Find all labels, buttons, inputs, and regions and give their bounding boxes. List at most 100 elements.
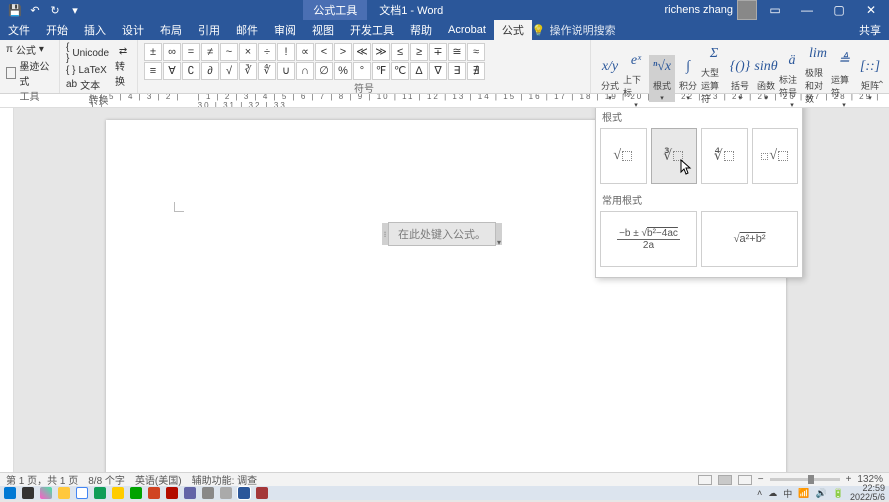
symbol-cell[interactable]: ∀ — [163, 62, 181, 80]
radical-template-4thrt[interactable]: ∜ — [701, 128, 748, 184]
tray-battery-icon[interactable]: 🔋 — [833, 488, 844, 499]
status-page[interactable]: 第 1 页，共 1 页 — [6, 472, 78, 487]
status-language[interactable]: 英语(美国) — [135, 472, 182, 487]
view-print-layout[interactable] — [718, 475, 732, 485]
user-account[interactable]: richens zhang — [665, 0, 758, 20]
symbol-cell[interactable]: ≥ — [410, 43, 428, 61]
symbol-cell[interactable]: ℉ — [372, 62, 390, 80]
task-chrome-icon[interactable] — [76, 487, 88, 499]
symbol-cell[interactable]: ∂ — [201, 62, 219, 80]
tray-volume-icon[interactable]: 🔊 — [816, 488, 827, 499]
structure-括号[interactable]: {()}括号▾ — [727, 55, 753, 102]
document-workspace[interactable]: ⁝ 在此处键入公式。 ▾ 根式 √ ∛ ∜ √ 常用根式 −b ± √b²−4a… — [14, 108, 889, 472]
tab-home[interactable]: 开始 — [38, 20, 76, 40]
symbol-cell[interactable]: ∩ — [296, 62, 314, 80]
tray-chevron-icon[interactable]: ˄ — [757, 488, 762, 498]
tab-mailings[interactable]: 邮件 — [228, 20, 266, 40]
unicode-option[interactable]: { }Unicode — [66, 42, 109, 64]
symbol-cell[interactable]: ∁ — [182, 62, 200, 80]
symbol-cell[interactable]: = — [182, 43, 200, 61]
symbol-cell[interactable]: ≫ — [372, 43, 390, 61]
radical-common-quadratic[interactable]: −b ± √b²−4ac 2a — [600, 211, 697, 267]
symbol-cell[interactable]: ℃ — [391, 62, 409, 80]
tray-ime-icon[interactable]: 中 — [783, 487, 792, 500]
equation-dropdown[interactable]: π公式▾ 墨迹公式 — [6, 42, 53, 88]
radical-template-sqrt[interactable]: √ — [600, 128, 647, 184]
collapse-ribbon-icon[interactable]: ⌃ — [877, 80, 885, 91]
structure-运算符[interactable]: ≜运算符▾ — [831, 49, 857, 109]
status-accessibility[interactable]: 辅助功能: 调查 — [192, 472, 258, 487]
task-acrobat-icon[interactable] — [166, 487, 178, 499]
structure-根式[interactable]: ⁿ√x根式▾ — [649, 55, 675, 102]
task-app3-icon[interactable] — [256, 487, 268, 499]
tab-references[interactable]: 引用 — [190, 20, 228, 40]
tab-file[interactable]: 文件 — [0, 20, 38, 40]
symbol-cell[interactable]: ≠ — [201, 43, 219, 61]
symbol-cell[interactable]: ∆ — [410, 62, 428, 80]
symbol-cell[interactable]: ∞ — [163, 43, 181, 61]
task-teams-icon[interactable] — [184, 487, 196, 499]
task-ppt-icon[interactable] — [148, 487, 160, 499]
share-button[interactable]: 共享 — [859, 22, 881, 38]
symbol-cell[interactable]: ∄ — [467, 62, 485, 80]
symbol-cell[interactable]: < — [315, 43, 333, 61]
structure-函数[interactable]: sinθ函数▾ — [753, 55, 779, 102]
tab-equation[interactable]: 公式 — [494, 20, 532, 40]
convert-button[interactable]: ⇄ 转换 — [115, 46, 131, 88]
tab-help[interactable]: 帮助 — [402, 20, 440, 40]
symbol-cell[interactable]: ! — [277, 43, 295, 61]
autosave-icon[interactable]: 💾 — [8, 3, 22, 17]
symbol-cell[interactable]: ∃ — [448, 62, 466, 80]
symbol-cell[interactable]: √ — [220, 62, 238, 80]
view-read-mode[interactable] — [698, 475, 712, 485]
symbol-cell[interactable]: ° — [353, 62, 371, 80]
task-search-icon[interactable] — [22, 487, 34, 499]
view-web-layout[interactable] — [738, 475, 752, 485]
task-explorer-icon[interactable] — [58, 487, 70, 499]
tab-design[interactable]: 设计 — [114, 20, 152, 40]
equation-content-control[interactable]: ⁝ 在此处键入公式。 ▾ — [388, 222, 496, 246]
zoom-slider[interactable] — [770, 478, 840, 481]
task-app1-icon[interactable] — [202, 487, 214, 499]
tab-insert[interactable]: 插入 — [76, 20, 114, 40]
symbol-cell[interactable]: ∅ — [315, 62, 333, 80]
status-word-count[interactable]: 8/8 个字 — [88, 472, 125, 487]
ruler-vertical[interactable] — [0, 108, 14, 472]
task-word-icon[interactable] — [238, 487, 250, 499]
symbol-cell[interactable]: ~ — [220, 43, 238, 61]
tab-layout[interactable]: 布局 — [152, 20, 190, 40]
text-option[interactable]: ab文本 — [66, 77, 100, 92]
tab-developer[interactable]: 开发工具 — [342, 20, 402, 40]
symbol-cell[interactable]: × — [239, 43, 257, 61]
equation-options-dropdown[interactable]: ▾ — [497, 238, 501, 247]
task-wechat-icon[interactable] — [94, 487, 106, 499]
symbol-cell[interactable]: ∇ — [429, 62, 447, 80]
symbol-cell[interactable]: % — [334, 62, 352, 80]
tab-view[interactable]: 视图 — [304, 20, 342, 40]
task-copilot-icon[interactable] — [40, 487, 52, 499]
symbol-cell[interactable]: ≪ — [353, 43, 371, 61]
task-app2-icon[interactable] — [220, 487, 232, 499]
tab-acrobat[interactable]: Acrobat — [440, 20, 494, 40]
start-icon[interactable] — [4, 487, 16, 499]
minimize-icon[interactable]: — — [793, 0, 821, 20]
structure-上下标[interactable]: eˣ上下标▾ — [623, 49, 649, 109]
structure-标注符号[interactable]: ä标注符号▾ — [779, 49, 805, 109]
symbol-cell[interactable]: ∪ — [277, 62, 295, 80]
redo-icon[interactable]: ↻ — [48, 3, 62, 17]
maximize-icon[interactable]: ▢ — [825, 0, 853, 20]
symbol-cell[interactable]: ∜ — [258, 62, 276, 80]
tray-date[interactable]: 2022/5/6 — [850, 493, 885, 502]
structure-大型运算符[interactable]: Σ大型运算符▾ — [701, 42, 727, 115]
task-excel-icon[interactable] — [130, 487, 142, 499]
ribbon-display-icon[interactable]: ▭ — [761, 0, 789, 20]
task-folder-icon[interactable] — [112, 487, 124, 499]
symbol-cell[interactable]: ∛ — [239, 62, 257, 80]
latex-option[interactable]: { }LaTeX — [66, 65, 107, 76]
symbol-cell[interactable]: ∝ — [296, 43, 314, 61]
structure-分式[interactable]: x/y分式▾ — [597, 55, 623, 102]
equation-handle-left[interactable]: ⁝ — [382, 223, 388, 245]
symbol-cell[interactable]: ≡ — [144, 62, 162, 80]
tray-wifi-icon[interactable]: 📶 — [798, 488, 809, 499]
symbol-cell[interactable]: ÷ — [258, 43, 276, 61]
